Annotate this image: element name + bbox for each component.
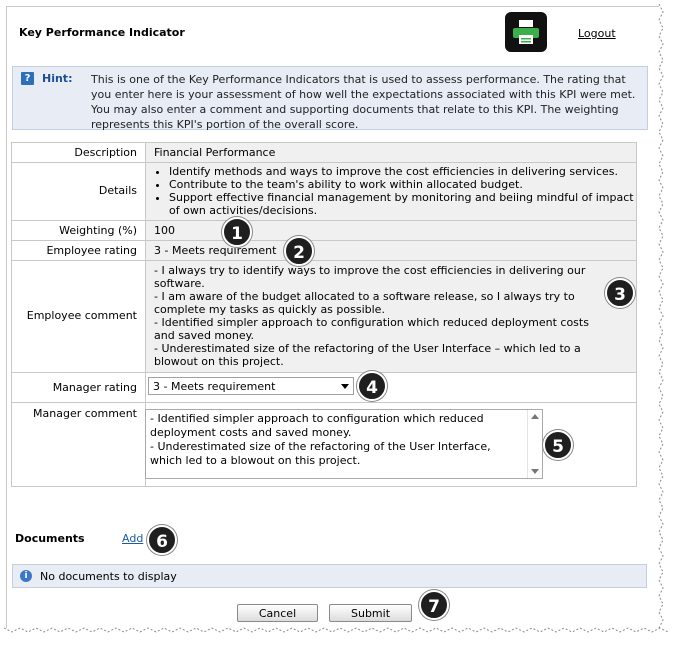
employee-comment-line: - Identified simpler approach to configu… [154,316,589,342]
no-documents-text: No documents to display [40,570,177,583]
hint-label: Hint: [42,72,73,85]
employee-comment-line: - Underestimated size of the refactoring… [154,342,581,368]
manager-comment-textarea[interactable]: - Identified simpler approach to configu… [145,409,543,479]
callout-marker-5: 5 [543,430,573,460]
page-title: Key Performance Indicator [19,26,185,39]
employee-comment-line: - I always try to identify ways to impro… [154,264,586,290]
print-button[interactable] [505,12,547,52]
description-label: Description [11,142,146,163]
employee-comment-value: - I always try to identify ways to impro… [145,260,637,373]
callout-marker-3: 3 [605,278,635,308]
details-value: Identify methods and ways to improve the… [145,162,637,221]
callout-marker-2: 2 [284,236,314,266]
chevron-down-icon [341,384,349,389]
textarea-scrollbar[interactable] [527,410,542,478]
logout-link[interactable]: Logout [578,27,616,40]
callout-marker-4: 4 [357,371,387,401]
weighting-label: Weighting (%) [11,220,146,241]
documents-title: Documents [15,532,85,545]
help-icon: ? [21,72,34,85]
info-icon: i [20,570,32,582]
submit-button[interactable]: Submit [329,604,412,622]
manager-rating-selected: 3 - Meets requirement [153,380,276,393]
torn-edge-right [658,4,664,629]
manager-rating-select[interactable]: 3 - Meets requirement [148,377,354,395]
details-item: Identify methods and ways to improve the… [169,165,636,178]
description-value: Financial Performance [145,142,637,163]
scroll-down-icon[interactable] [531,469,539,474]
no-documents-message: i No documents to display [12,564,647,588]
employee-rating-value: 3 - Meets requirement [145,240,637,261]
details-item: Support effective financial management b… [169,191,636,217]
employee-comment-label: Employee comment [11,260,146,373]
hint-text: This is one of the Key Performance Indic… [91,73,636,131]
manager-rating-label: Manager rating [11,372,146,403]
torn-edge-bottom [4,627,668,633]
cancel-button[interactable]: Cancel [237,604,318,622]
scroll-up-icon[interactable] [531,414,539,419]
details-list: Identify methods and ways to improve the… [154,165,636,217]
employee-comment-line: - I am aware of the budget allocated to … [154,290,575,316]
manager-comment-text: - Identified simpler approach to configu… [150,412,491,467]
add-document-link[interactable]: Add [122,532,143,545]
printer-icon [513,20,539,44]
weighting-value: 100 [145,220,637,241]
manager-comment-label: Manager comment [11,402,146,487]
details-item: Contribute to the team's ability to work… [169,178,636,191]
callout-marker-6: 6 [147,525,177,555]
employee-rating-label: Employee rating [11,240,146,261]
details-label: Details [11,162,146,221]
hint-box: ? Hint: This is one of the Key Performan… [12,66,648,131]
callout-marker-1: 1 [222,217,252,247]
callout-marker-7: 7 [419,590,449,620]
